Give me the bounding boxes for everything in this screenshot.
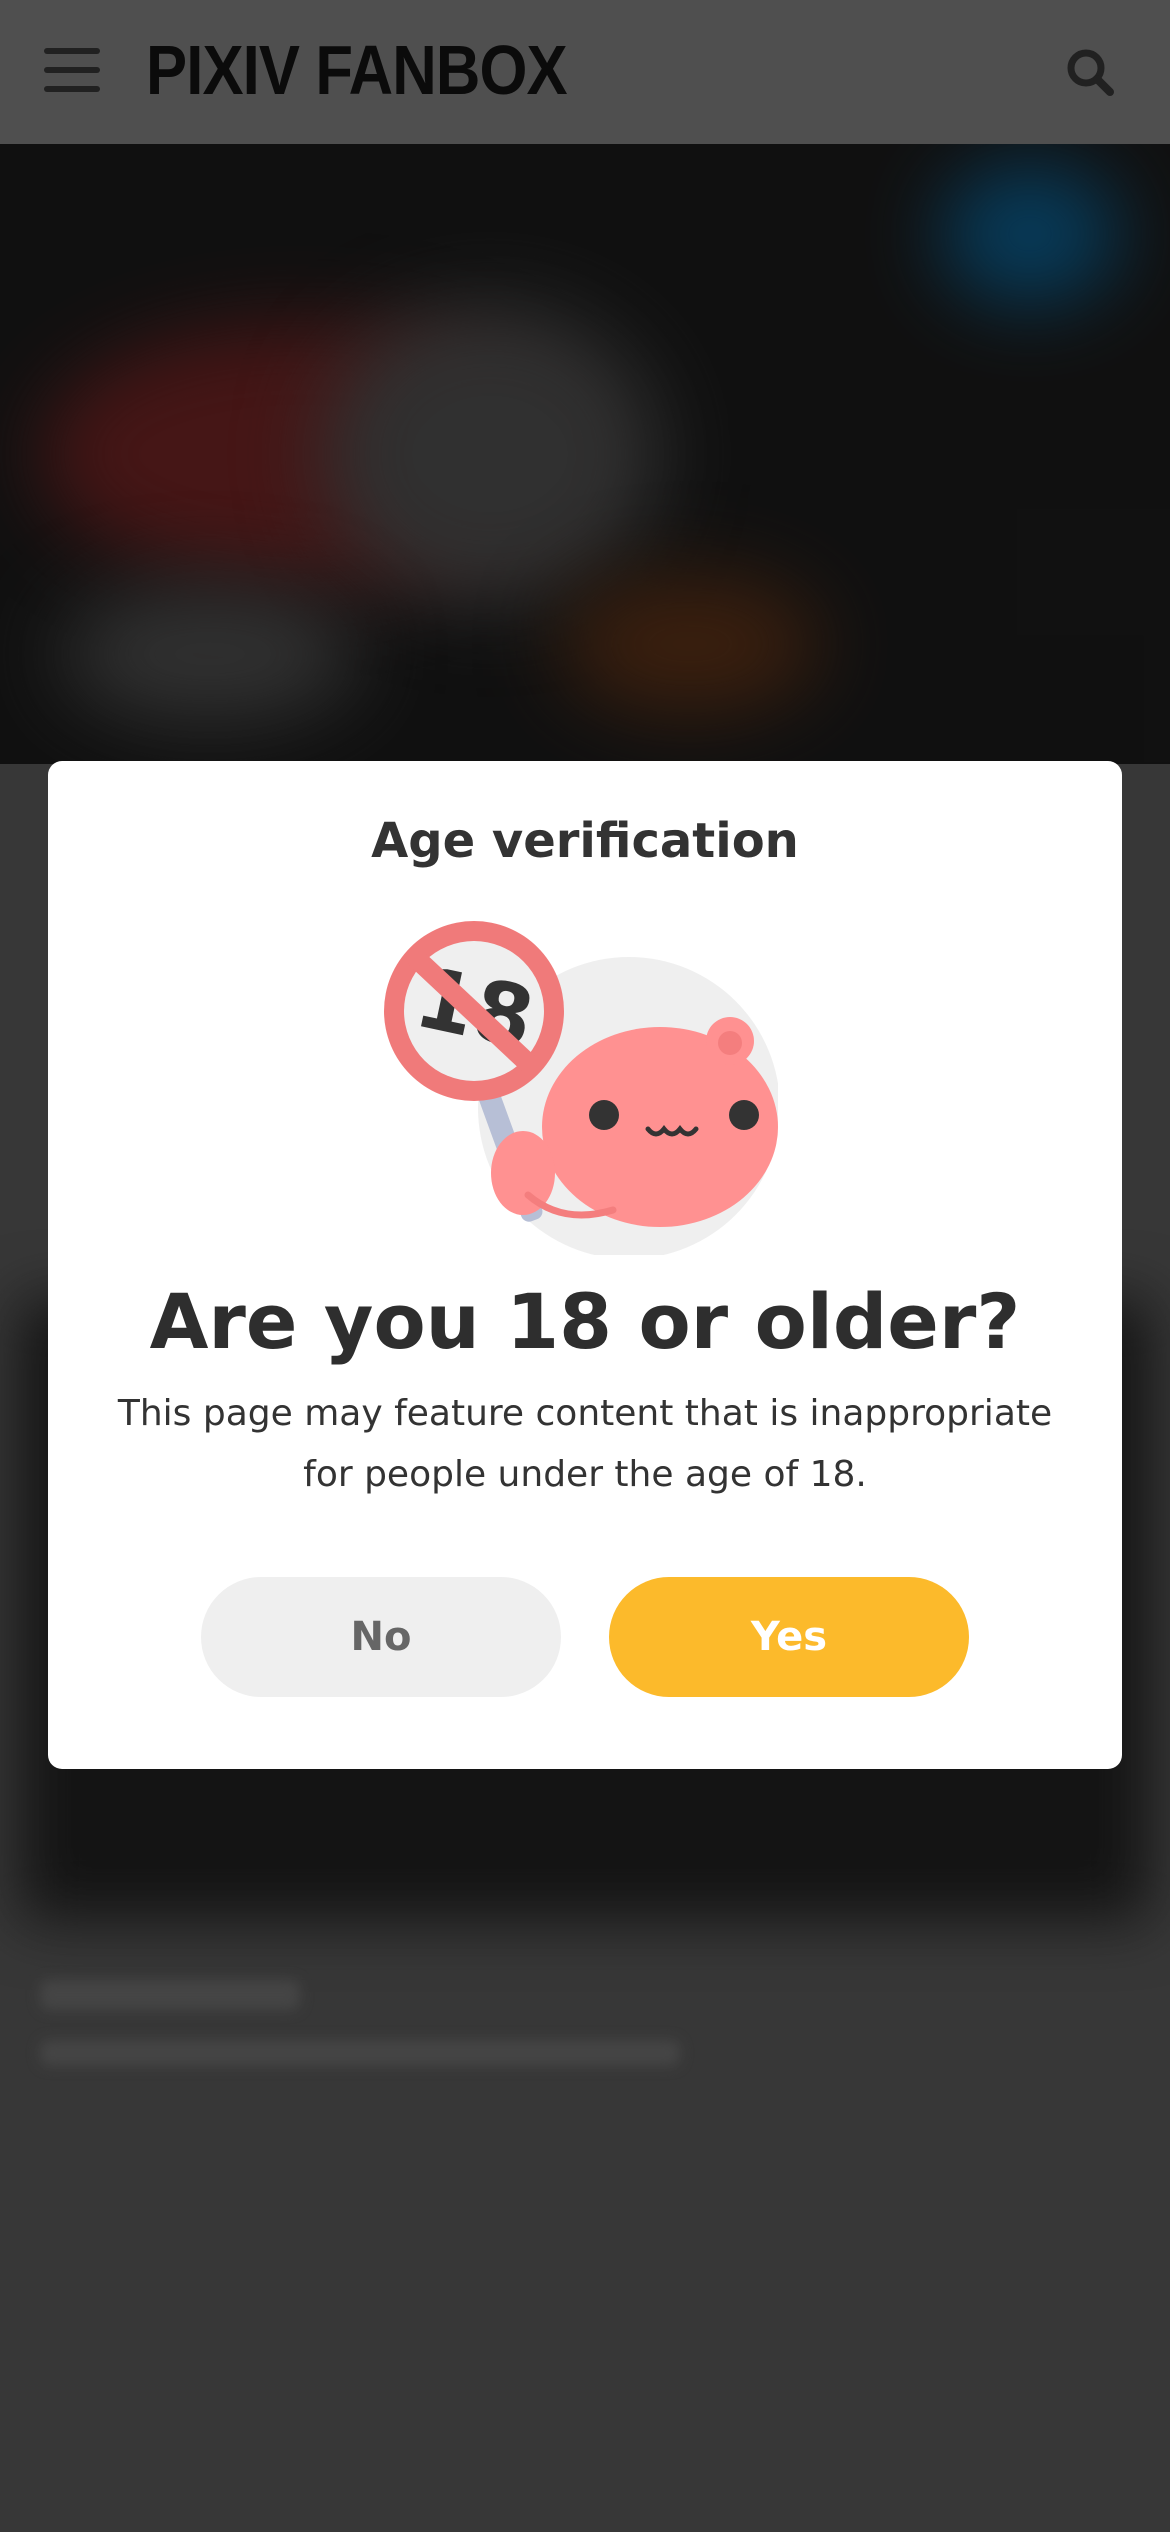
age-restriction-mascot-illustration: 18 [378, 915, 780, 1259]
modal-title: Age verification [371, 813, 799, 869]
age-question: Are you 18 or older? [149, 1277, 1021, 1366]
yes-button[interactable]: Yes [609, 1577, 969, 1697]
no-button[interactable]: No [201, 1577, 561, 1697]
age-warning-description: This page may feature content that is in… [117, 1393, 1053, 1495]
age-verification-modal: Age verification 18 Are you 18 or older? [48, 761, 1122, 1769]
